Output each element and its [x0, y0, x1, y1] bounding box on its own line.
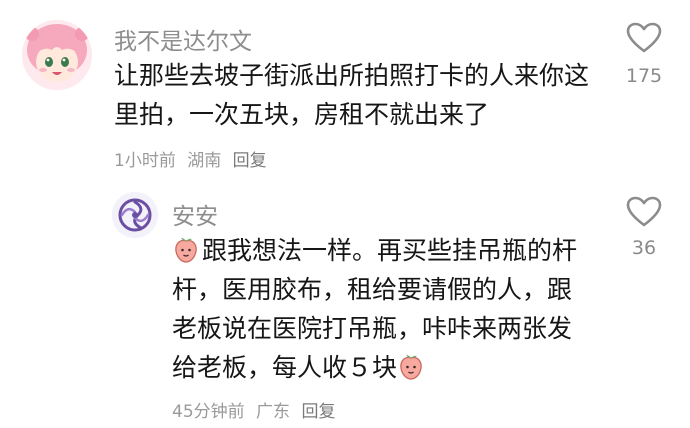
reply-text-line-2: 杆，医用胶布，租给要请假的人，跟: [172, 275, 573, 304]
reply-meta: 45分钟前 广东 回复: [172, 397, 335, 422]
comment-text-line-1: 让那些去坡子街派出所拍照打卡的人来你这: [114, 61, 590, 90]
heart-outline-icon: [626, 22, 662, 53]
reply-reply-button[interactable]: 回复: [301, 402, 335, 422]
reply-location: 广东: [256, 402, 291, 422]
reply-time: 45分钟前: [172, 402, 245, 422]
reply-text-line-4: 给老板，每人收５块: [172, 348, 427, 392]
avatar[interactable]: [22, 20, 92, 90]
peach-emoji-icon: [397, 353, 425, 392]
reply-like-count: 36: [631, 237, 657, 259]
comment-text-line-2: 里拍，一次五块，房租不就出来了: [114, 100, 490, 129]
reply-text-line-3: 老板说在医院打吊瓶，咔咔来两张发: [172, 314, 573, 343]
comment-reply-button[interactable]: 回复: [233, 151, 267, 171]
comment-like-count: 175: [625, 65, 663, 87]
comment-like-button[interactable]: [626, 22, 662, 54]
heart-outline-icon: [626, 196, 662, 227]
reply-text-line-1: 跟我想法一样。再买些挂吊瓶的杆: [172, 231, 577, 275]
purple-swirl-avatar-icon: [112, 192, 158, 238]
comment-time: 1小时前: [114, 151, 176, 171]
reply-text-line-4-content: 给老板，每人收５块: [172, 353, 398, 382]
reply-text-line-1-content: 跟我想法一样。再买些挂吊瓶的杆: [202, 236, 578, 265]
comment-username[interactable]: 我不是达尔文: [114, 22, 252, 56]
reply-avatar[interactable]: [112, 192, 158, 238]
comment-meta: 1小时前 湖南 回复: [114, 146, 267, 171]
comment-location: 湖南: [187, 151, 222, 171]
reply-like-button[interactable]: [626, 196, 662, 228]
anime-girl-avatar-icon: [22, 20, 92, 90]
reply-username[interactable]: 安安: [172, 197, 218, 231]
